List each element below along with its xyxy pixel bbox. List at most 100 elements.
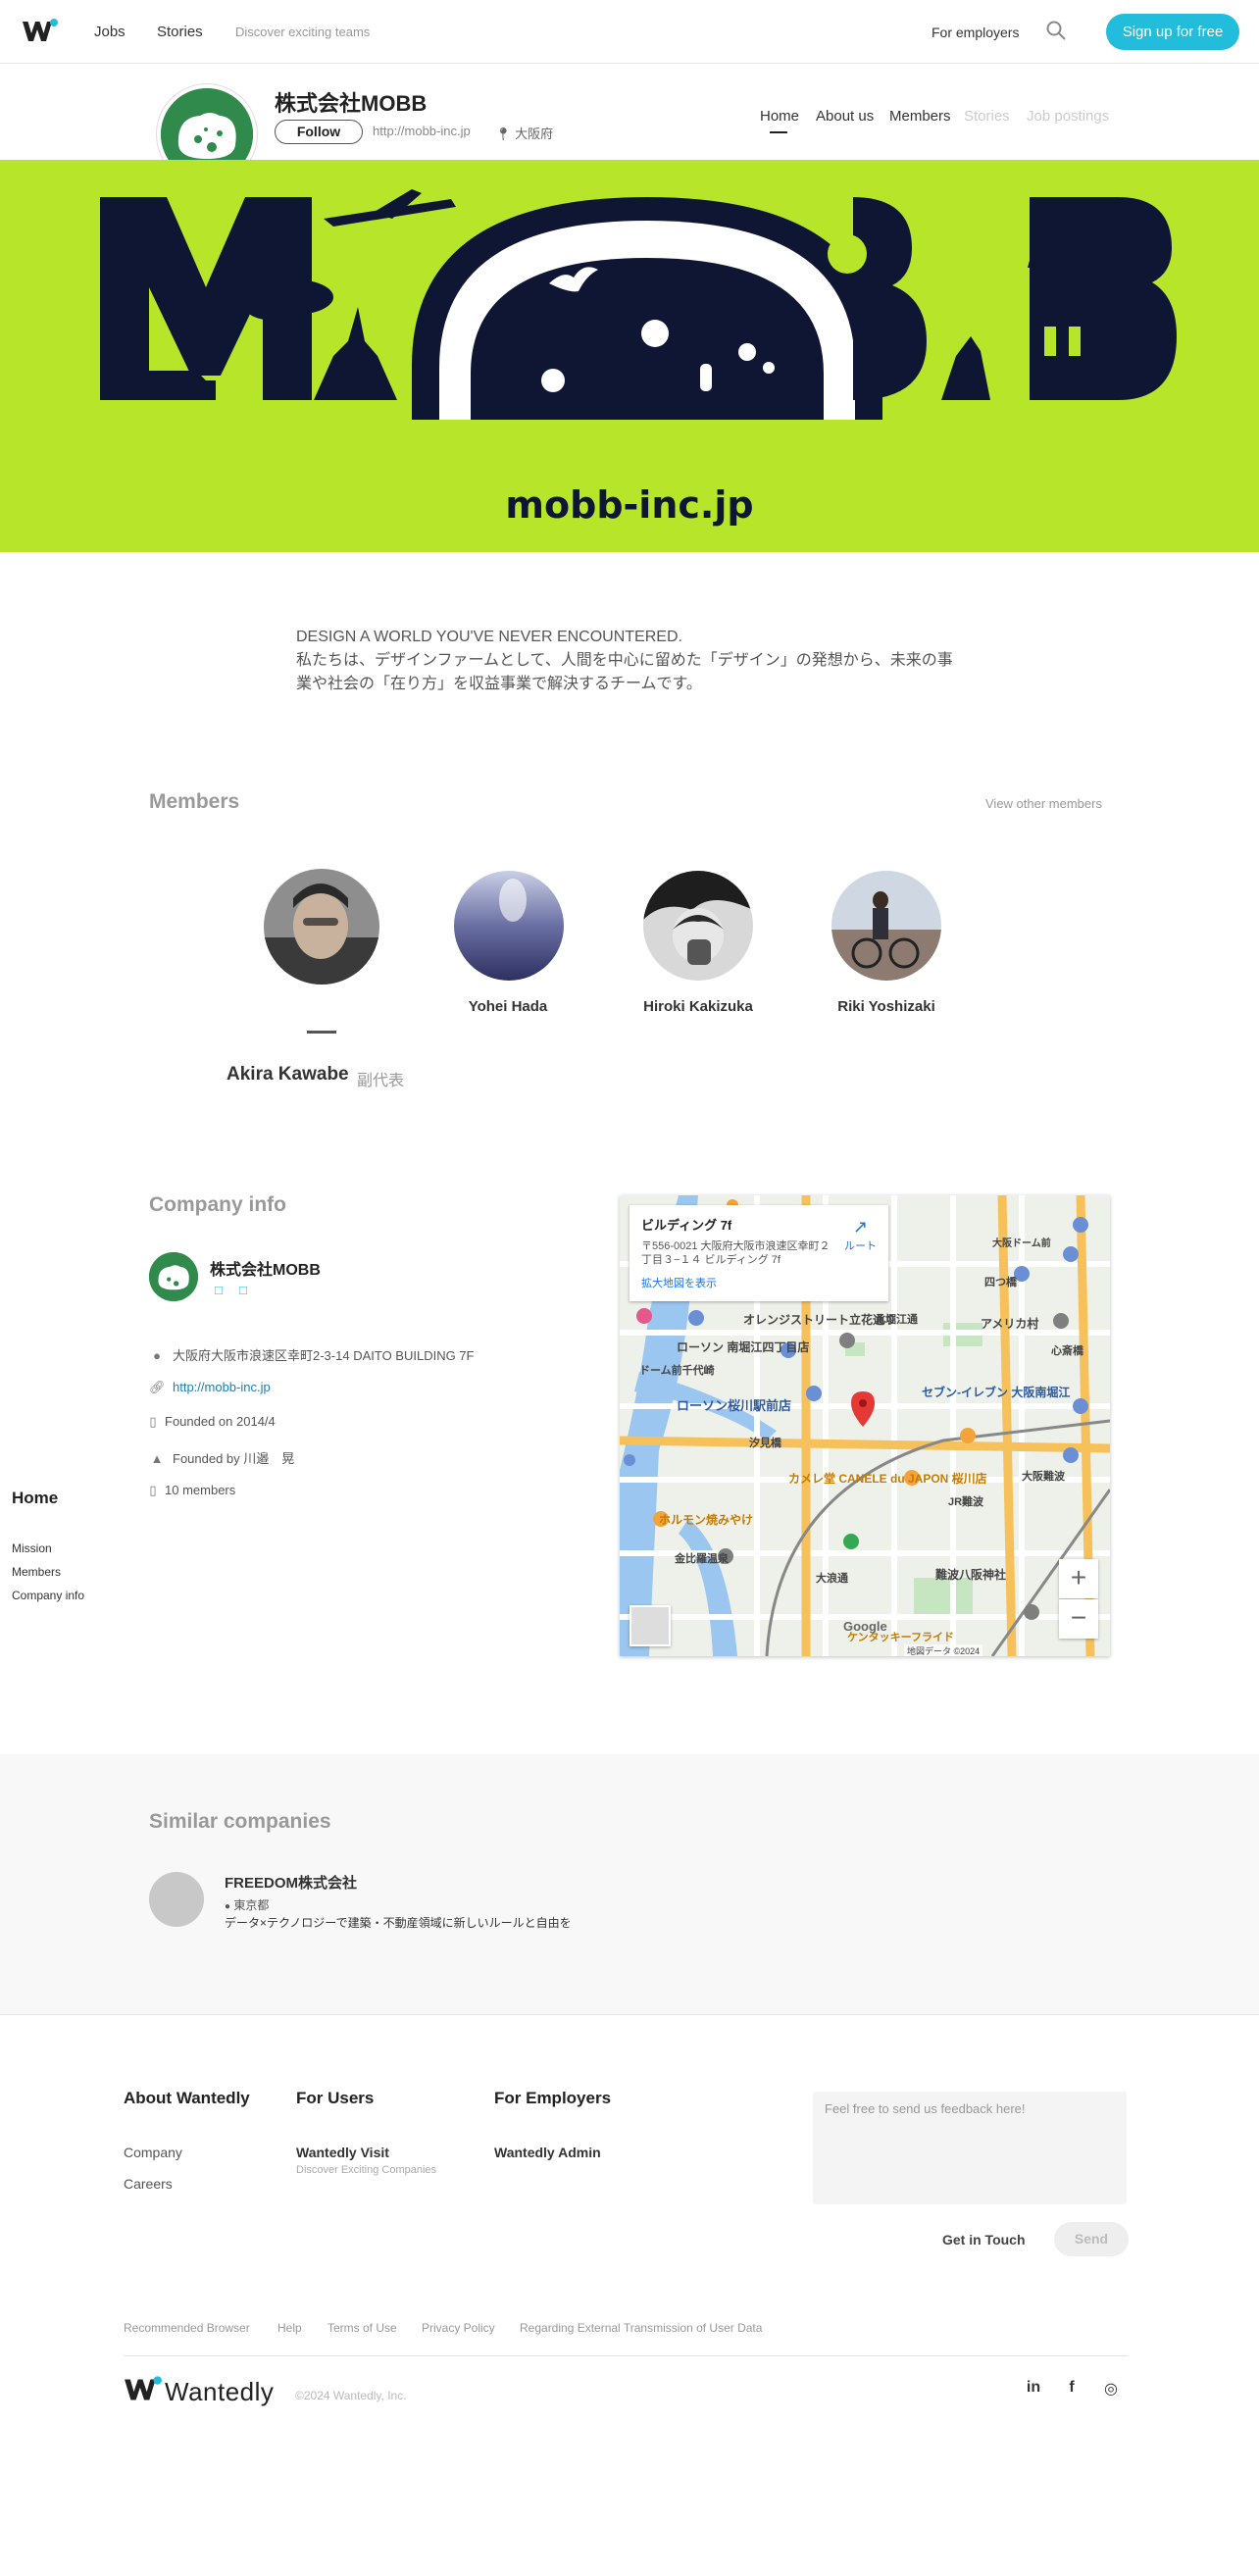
member-name-yohei[interactable]: Yohei Hada xyxy=(410,998,606,1015)
footer-divider xyxy=(124,2355,1128,2356)
side-nav-company-info[interactable]: Company info xyxy=(12,1589,84,1602)
map-label: 大阪難波 xyxy=(1022,1471,1065,1483)
map-label: セブン-イレブン 大阪南堀江 xyxy=(922,1386,1071,1399)
map-label: ホルモン焼みやけ xyxy=(659,1513,754,1527)
company-member-count: ▯ 10 members xyxy=(149,1483,236,1497)
similar-company-name[interactable]: FREEDOM株式会社 xyxy=(225,1872,357,1893)
banner-domain-text: mobb-inc.jp xyxy=(505,483,753,527)
map-place-address: 〒556-0021 大阪府大阪市浪速区幸町２丁目３−１４ ビルディング 7f xyxy=(641,1240,831,1266)
footer-privacy-link[interactable]: Privacy Policy xyxy=(422,2321,495,2335)
wantedly-footer-logo-icon xyxy=(125,2376,162,2400)
map-copyright: 地図データ ©2024 xyxy=(904,1644,983,1656)
similar-company-avatar[interactable] xyxy=(149,1872,204,1927)
member-avatar-akira[interactable] xyxy=(264,869,379,985)
follow-button[interactable]: Follow xyxy=(275,120,363,144)
wantedly-logo-icon[interactable] xyxy=(22,18,59,45)
view-larger-map-link[interactable]: 拡大地図を表示 xyxy=(641,1275,877,1290)
facebook-icon[interactable]: □ xyxy=(215,1283,223,1297)
footer-careers-link[interactable]: Careers xyxy=(124,2176,173,2192)
search-icon[interactable] xyxy=(1045,20,1067,41)
similar-company-description: データ×テクノロジーで建築・不動産領域に新しいルールと自由を xyxy=(225,1916,572,1930)
member-avatar-hiroki[interactable] xyxy=(643,871,753,981)
company-info-logo xyxy=(149,1252,198,1301)
footer-recommended-browser-link[interactable]: Recommended Browser xyxy=(124,2321,250,2335)
company-info-title: Company info xyxy=(149,1193,286,1216)
side-nav-members[interactable]: Members xyxy=(12,1565,61,1579)
zoom-out-button[interactable]: − xyxy=(1059,1599,1098,1639)
map-info-card: ビルディング 7f 〒556-0021 大阪府大阪市浪速区幸町２丁目３−１４ ビ… xyxy=(630,1205,888,1301)
selected-member-indicator xyxy=(307,1031,336,1034)
company-url-link[interactable]: http://mobb-inc.jp xyxy=(373,124,471,138)
similar-company-location: ● 東京都 xyxy=(225,1898,270,1912)
map-label: 難波八阪神社 xyxy=(935,1568,1007,1582)
directions-button[interactable]: ↗ ルート xyxy=(844,1217,877,1253)
map-label: 北堀江通 xyxy=(875,1314,918,1326)
map-label: 大浪通 xyxy=(816,1573,848,1585)
location-pin-icon: 📍︎ xyxy=(495,126,512,141)
nav-stories-link[interactable]: Stories xyxy=(157,24,203,40)
feedback-textarea[interactable]: Feel free to send us feedback here! xyxy=(813,2092,1127,2204)
map-label: ドーム前千代崎 xyxy=(639,1365,715,1377)
instagram-icon[interactable]: ◎ xyxy=(1101,2379,1121,2399)
map-place-title: ビルディング 7f xyxy=(641,1218,732,1233)
get-in-touch-link[interactable]: Get in Touch xyxy=(942,2232,1026,2248)
facebook-icon[interactable]: f xyxy=(1062,2379,1082,2397)
footer-company-link[interactable]: Company xyxy=(124,2145,182,2160)
google-map[interactable]: ローソン 南堀江四丁目店 ローソン桜川駅前店 セブン-イレブン 大阪南堀江 カメ… xyxy=(620,1195,1110,1656)
member-name-riki[interactable]: Riki Yoshizaki xyxy=(788,998,984,1015)
company-address: ● 大阪府大阪市浪速区幸町2-3-14 DAITO BUILDING 7F xyxy=(149,1345,474,1364)
send-feedback-button[interactable]: Send xyxy=(1054,2222,1129,2256)
map-label: 汐見橋 xyxy=(749,1438,781,1449)
company-website-link[interactable]: http://mobb-inc.jp xyxy=(173,1380,271,1394)
tab-job-postings: Job postings xyxy=(1027,108,1110,125)
nav-jobs-link[interactable]: Jobs xyxy=(94,24,126,40)
footer-about-heading: About Wantedly xyxy=(124,2089,250,2107)
side-nav-home[interactable]: Home xyxy=(12,1489,58,1508)
location-pin-icon: ● xyxy=(225,1901,231,1912)
tab-stories: Stories xyxy=(964,108,1010,125)
company-location: 📍︎ 大阪府 xyxy=(495,126,554,141)
map-label: 心斎橋 xyxy=(1051,1345,1083,1357)
wantedly-wordmark: Wantedly xyxy=(165,2377,275,2406)
directions-icon: ↗ xyxy=(852,1217,869,1237)
footer-copyright: ©2024 Wantedly, Inc. xyxy=(295,2389,407,2402)
company-website: 🔗︎ http://mobb-inc.jp xyxy=(149,1380,271,1395)
mission-body: 私たちは、デザインファームとして、人間を中心に留めた「デザイン」の発想から、未来… xyxy=(296,652,953,692)
map-label: 金比羅温泉 xyxy=(675,1553,729,1565)
footer-wantedly-visit-link[interactable]: Wantedly Visit xyxy=(296,2145,389,2160)
company-founder: ▲ Founded by 川邉 晃 xyxy=(150,1451,295,1466)
map-label: アメリカ村 xyxy=(981,1317,1039,1331)
mission-headline: DESIGN A WORLD YOU'VE NEVER ENCOUNTERED. xyxy=(296,629,682,645)
similar-companies-title: Similar companies xyxy=(149,1810,331,1833)
map-label: JR難波 xyxy=(948,1496,984,1508)
footer-help-link[interactable]: Help xyxy=(277,2321,302,2335)
footer-wantedly-admin-link[interactable]: Wantedly Admin xyxy=(494,2145,601,2160)
people-icon: ▯ xyxy=(149,1483,157,1497)
footer-terms-link[interactable]: Terms of Use xyxy=(327,2321,397,2335)
flag-icon: ▯ xyxy=(149,1414,157,1429)
link-icon: 🔗︎ xyxy=(149,1380,166,1394)
tab-home[interactable]: Home xyxy=(760,108,799,125)
members-section-title: Members xyxy=(149,790,240,813)
member-avatar-yohei[interactable] xyxy=(454,871,564,981)
signup-button[interactable]: Sign up for free xyxy=(1106,14,1239,50)
view-other-members-link[interactable]: View other members xyxy=(985,796,1102,811)
company-name: 株式会社MOBB xyxy=(275,91,428,116)
linkedin-icon[interactable]: in xyxy=(1024,2379,1043,2397)
twitter-icon[interactable]: □ xyxy=(239,1283,247,1297)
map-type-toggle[interactable] xyxy=(630,1605,671,1646)
footer-external-transmission-link[interactable]: Regarding External Transmission of User … xyxy=(520,2321,762,2335)
zoom-in-button[interactable]: + xyxy=(1059,1559,1098,1598)
selected-member-role: 副代表 xyxy=(357,1073,405,1089)
footer-employers-heading: For Employers xyxy=(494,2089,612,2107)
side-nav-mission[interactable]: Mission xyxy=(12,1541,52,1555)
map-label: 四つ橋 xyxy=(984,1277,1017,1288)
company-founded: ▯ Founded on 2014/4 xyxy=(149,1414,276,1429)
member-name-hiroki[interactable]: Hiroki Kakizuka xyxy=(600,998,796,1015)
tab-members[interactable]: Members xyxy=(889,108,951,125)
mission-text: DESIGN A WORLD YOU'VE NEVER ENCOUNTERED.… xyxy=(296,626,963,696)
for-employers-link[interactable]: For employers xyxy=(932,25,1019,40)
location-pin-icon: ● xyxy=(153,1348,161,1363)
tab-about-us[interactable]: About us xyxy=(816,108,874,125)
member-avatar-riki[interactable] xyxy=(831,871,941,981)
